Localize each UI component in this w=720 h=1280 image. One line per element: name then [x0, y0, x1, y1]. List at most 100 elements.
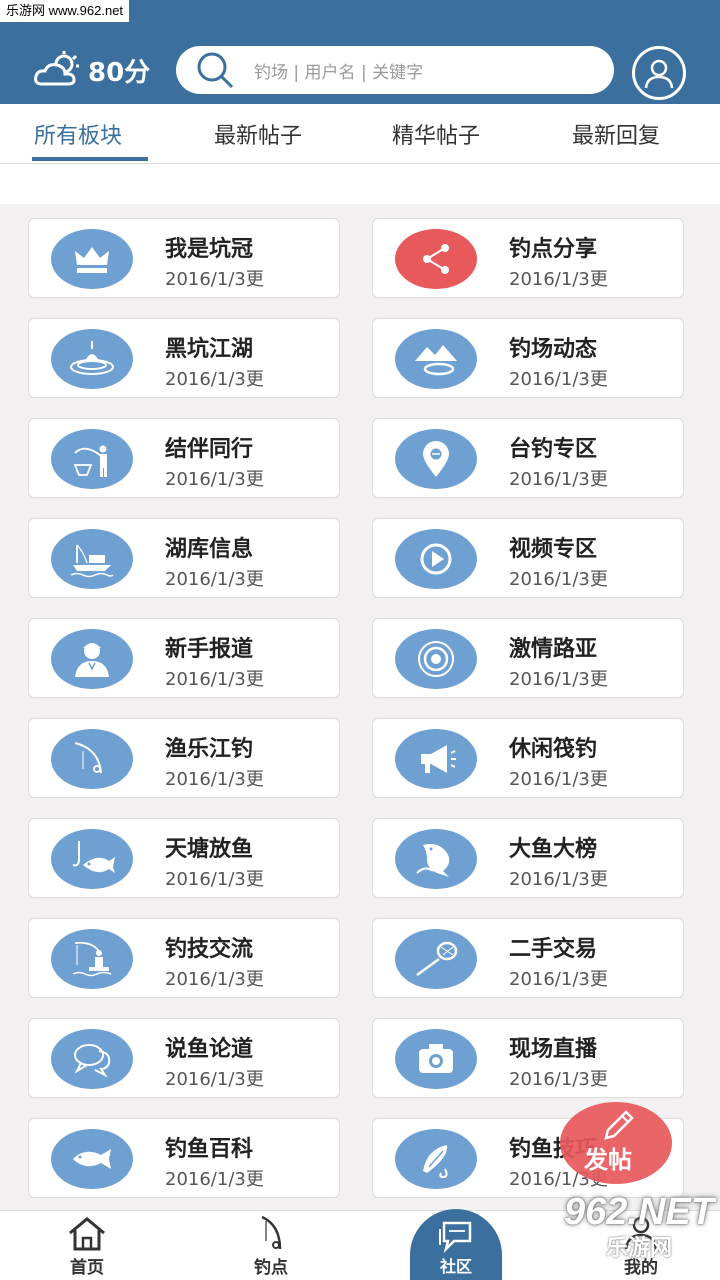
board-card[interactable]: 钓场动态 2016/1/3更 — [372, 318, 684, 398]
nav-community[interactable]: 社区 — [410, 1209, 502, 1280]
board-card[interactable]: 钓鱼百科 2016/1/3更 — [28, 1118, 340, 1198]
watermark-logo-sub: 乐游网 — [606, 1236, 673, 1261]
target-icon — [395, 629, 477, 689]
board-card[interactable]: 渔乐江钓 2016/1/3更 — [28, 718, 340, 798]
board-card[interactable]: 现场直播 2016/1/3更 — [372, 1018, 684, 1098]
nav-fishing-spots-label: 钓点 — [254, 1258, 288, 1278]
weather-score[interactable]: 80分 — [32, 50, 150, 90]
fish-hook-icon — [51, 829, 133, 889]
board-title: 结伴同行 — [165, 437, 254, 462]
board-card[interactable]: 二手交易 2016/1/3更 — [372, 918, 684, 998]
board-card[interactable]: 钓点分享 2016/1/3更 — [372, 218, 684, 298]
board-title: 我是坑冠 — [165, 237, 254, 262]
tab-latest-posts[interactable]: 最新帖子 — [214, 118, 302, 150]
board-title: 新手报道 — [165, 637, 254, 662]
board-date: 2016/1/3更 — [509, 469, 608, 490]
community-chat-icon — [439, 1221, 472, 1253]
search-icon — [197, 52, 234, 89]
watermark-logo: 962.NET 乐游网 — [564, 1191, 714, 1262]
board-date: 2016/1/3更 — [509, 269, 608, 290]
tab-featured-posts[interactable]: 精华帖子 — [392, 118, 480, 150]
board-card[interactable]: 视频专区 2016/1/3更 — [372, 518, 684, 598]
score-value: 80分 — [88, 57, 151, 88]
board-title: 视频专区 — [509, 537, 598, 562]
play-icon — [395, 529, 477, 589]
tab-active-indicator — [32, 157, 148, 161]
watermark-logo-text: 962.NET — [564, 1191, 714, 1233]
tab-all-boards[interactable]: 所有板块 — [34, 118, 122, 150]
board-title: 钓技交流 — [165, 937, 254, 962]
board-date: 2016/1/3更 — [165, 769, 264, 790]
crown-icon — [51, 229, 133, 289]
new-post-button[interactable]: 发帖 — [560, 1102, 672, 1184]
share-icon — [395, 229, 477, 289]
search-placeholder: 钓场 | 用户名 | 关键字 — [254, 62, 424, 83]
board-title: 钓鱼百科 — [165, 1137, 254, 1162]
board-card[interactable]: 湖库信息 2016/1/3更 — [28, 518, 340, 598]
board-date: 2016/1/3更 — [509, 569, 608, 590]
board-date: 2016/1/3更 — [509, 669, 608, 690]
board-date: 2016/1/3更 — [509, 369, 608, 390]
board-date: 2016/1/3更 — [509, 1069, 608, 1090]
board-card[interactable]: 说鱼论道 2016/1/3更 — [28, 1018, 340, 1098]
chat-bubbles-icon — [51, 1029, 133, 1089]
jumping-fish-icon — [395, 829, 477, 889]
board-card[interactable]: 台钓专区 2016/1/3更 — [372, 418, 684, 498]
board-title: 二手交易 — [509, 937, 598, 962]
new-post-label: 发帖 — [584, 1146, 632, 1174]
rod-icon — [261, 1215, 282, 1250]
nav-home[interactable]: 首页 — [42, 1215, 132, 1278]
board-card[interactable]: 天塘放鱼 2016/1/3更 — [28, 818, 340, 898]
float-ripple-icon — [51, 329, 133, 389]
board-card[interactable]: 大鱼大榜 2016/1/3更 — [372, 818, 684, 898]
board-title: 激情路亚 — [509, 637, 598, 662]
boat-icon — [51, 529, 133, 589]
board-title: 休闲筏钓 — [509, 737, 598, 762]
fishing-rod-icon — [51, 729, 133, 789]
search-input[interactable]: 钓场 | 用户名 | 关键字 — [176, 46, 614, 94]
board-title: 渔乐江钓 — [165, 737, 254, 762]
board-card[interactable]: 休闲筏钓 2016/1/3更 — [372, 718, 684, 798]
board-grid: 我是坑冠 2016/1/3更 钓点分享 2016/1/3更 黑坑江湖 2016/… — [28, 218, 684, 1198]
board-title: 钓点分享 — [509, 237, 598, 262]
board-title: 现场直播 — [509, 1037, 598, 1062]
pencil-icon — [604, 1110, 634, 1140]
board-title: 湖库信息 — [165, 537, 254, 562]
fish-icon — [51, 1129, 133, 1189]
board-date: 2016/1/3更 — [509, 869, 608, 890]
angler-icon — [51, 429, 133, 489]
tab-bar: 所有板块 最新帖子 精华帖子 最新回复 — [0, 104, 720, 164]
home-icon — [69, 1217, 105, 1251]
board-date: 2016/1/3更 — [165, 669, 264, 690]
avatar-button[interactable] — [632, 46, 686, 100]
nav-fishing-spots[interactable]: 钓点 — [226, 1215, 316, 1278]
board-date: 2016/1/3更 — [509, 769, 608, 790]
board-card[interactable]: 我是坑冠 2016/1/3更 — [28, 218, 340, 298]
board-title: 钓场动态 — [509, 337, 598, 362]
angler-water-icon — [51, 929, 133, 989]
nav-community-label: 社区 — [439, 1257, 472, 1276]
board-title: 台钓专区 — [509, 437, 598, 462]
person-icon — [51, 629, 133, 689]
landing-net-icon — [395, 929, 477, 989]
board-card[interactable]: 黑坑江湖 2016/1/3更 — [28, 318, 340, 398]
location-pin-icon — [395, 429, 477, 489]
board-card[interactable]: 结伴同行 2016/1/3更 — [28, 418, 340, 498]
camera-icon — [395, 1029, 477, 1089]
board-date: 2016/1/3更 — [165, 469, 264, 490]
board-title: 说鱼论道 — [165, 1037, 254, 1062]
board-card[interactable]: 新手报道 2016/1/3更 — [28, 618, 340, 698]
mountain-lake-icon — [395, 329, 477, 389]
board-card[interactable]: 钓技交流 2016/1/3更 — [28, 918, 340, 998]
spacer — [0, 164, 720, 204]
board-date: 2016/1/3更 — [165, 269, 264, 290]
board-date: 2016/1/3更 — [165, 969, 264, 990]
board-date: 2016/1/3更 — [165, 569, 264, 590]
board-date: 2016/1/3更 — [165, 869, 264, 890]
tab-latest-replies[interactable]: 最新回复 — [572, 118, 660, 150]
nav-home-label: 首页 — [70, 1258, 104, 1278]
board-card[interactable]: 激情路亚 2016/1/3更 — [372, 618, 684, 698]
board-date: 2016/1/3更 — [165, 1069, 264, 1090]
board-title: 大鱼大榜 — [509, 837, 598, 862]
watermark-top: 乐游网 www.962.net — [0, 0, 130, 22]
